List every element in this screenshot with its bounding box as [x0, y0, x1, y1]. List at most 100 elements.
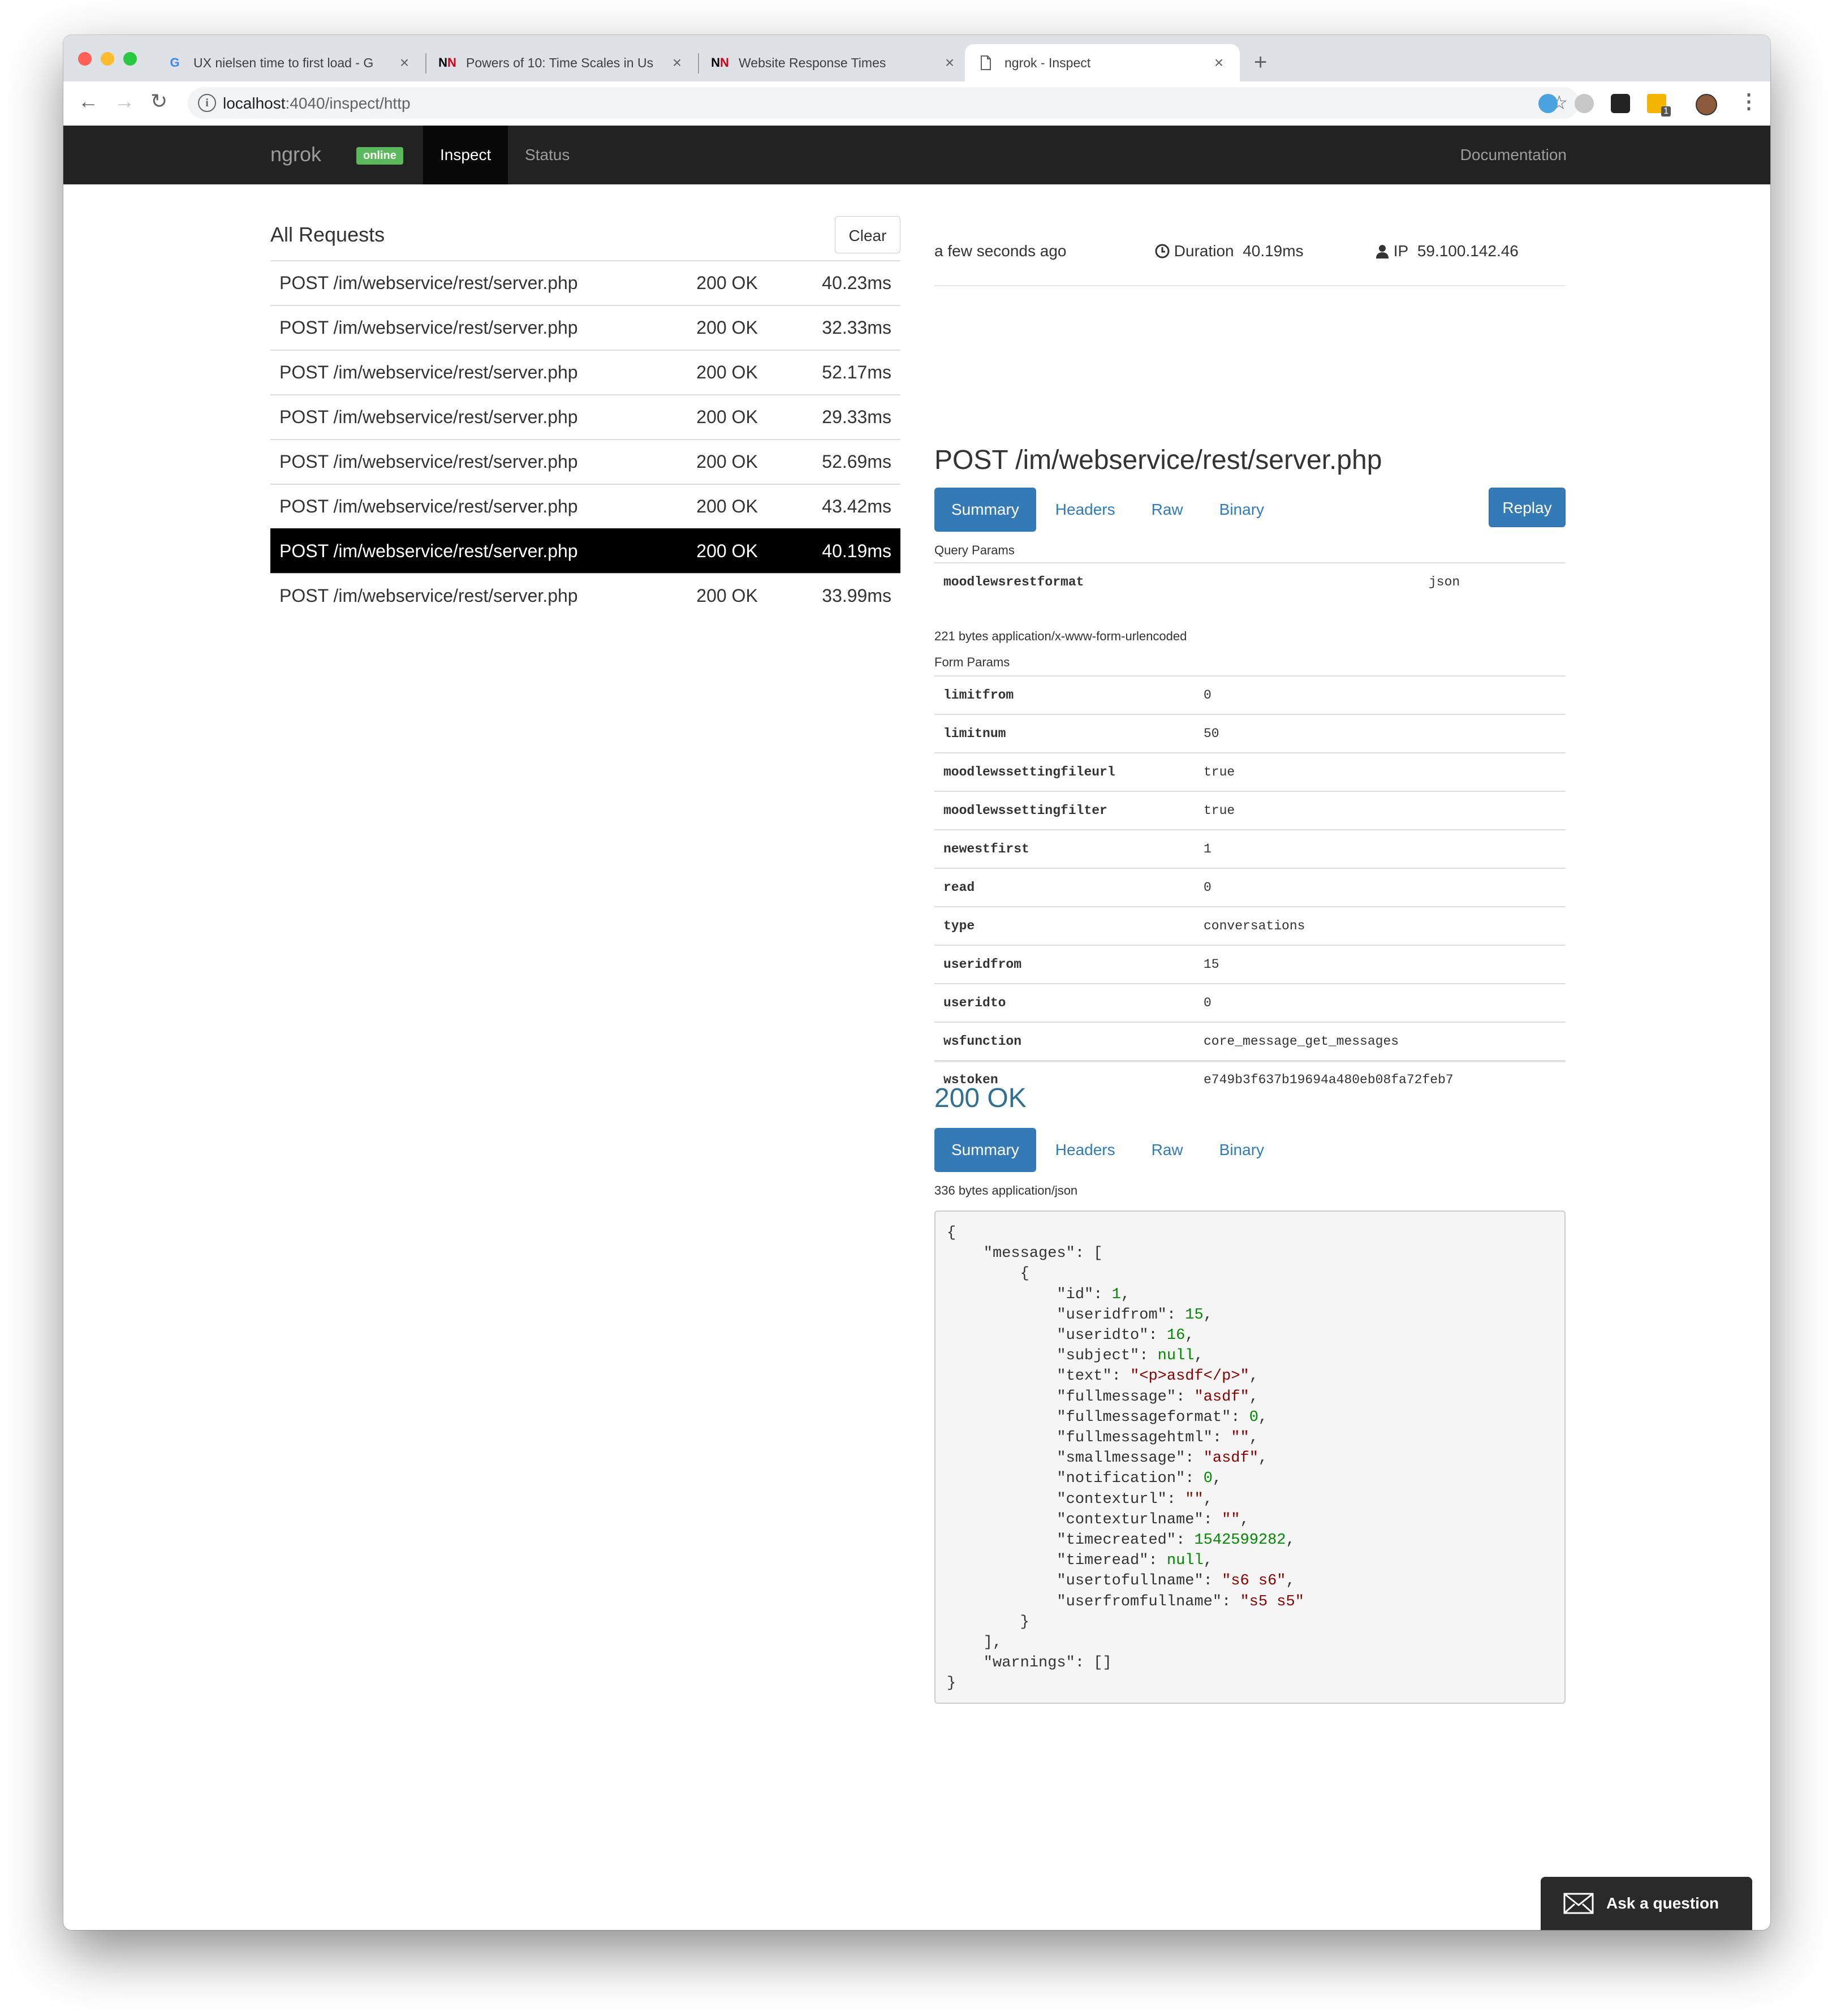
documentation-link[interactable]: Documentation	[1460, 126, 1567, 184]
json-line: "smallmessage": "asdf",	[947, 1450, 1268, 1467]
param-key: newestfirst	[934, 829, 1195, 868]
maximize-window-button[interactable]	[123, 52, 137, 66]
status-badge: online	[356, 147, 403, 165]
request-row[interactable]: POST /im/webservice/rest/server.php 200 O…	[270, 394, 900, 440]
site-info-icon[interactable]: i	[198, 94, 216, 112]
tab-binary[interactable]: Binary	[1202, 488, 1281, 532]
request-row[interactable]: POST /im/webservice/rest/server.php 200 O…	[270, 260, 900, 305]
reload-icon[interactable]: ↻	[150, 89, 167, 113]
browser-tab[interactable]: NN Powers of 10: Time Scales in Us ×	[426, 44, 698, 81]
browser-tab[interactable]: NN Website Response Times ×	[699, 44, 971, 81]
json-line: "id": 1,	[947, 1286, 1131, 1303]
json-line: "messages": [	[947, 1245, 1103, 1263]
request-row-selected[interactable]: POST /im/webservice/rest/server.php 200 O…	[270, 528, 900, 574]
tab-headers[interactable]: Headers	[1038, 1128, 1132, 1172]
back-icon[interactable]: ←	[78, 89, 98, 113]
browser-tab[interactable]: G UX nielsen time to first load - G ×	[154, 44, 425, 81]
request-status: 200 OK	[687, 484, 813, 529]
request-row[interactable]: POST /im/webservice/rest/server.php 200 O…	[270, 350, 900, 395]
tab-binary[interactable]: Binary	[1202, 1128, 1281, 1172]
param-row: type conversations	[934, 906, 1566, 945]
divider	[934, 285, 1566, 286]
response-json-body: { "messages": [ { "id": 1, "useridfrom":…	[934, 1211, 1566, 1704]
clear-button[interactable]: Clear	[835, 216, 900, 253]
profile-avatar[interactable]	[1696, 94, 1717, 115]
request-duration-meta: Duration 40.19ms	[1155, 242, 1304, 260]
request-status: 200 OK	[687, 394, 813, 440]
close-window-button[interactable]	[78, 52, 92, 66]
request-row[interactable]: POST /im/webservice/rest/server.php 200 O…	[270, 484, 900, 529]
close-tab-icon[interactable]: ×	[669, 54, 685, 72]
param-value: true	[1195, 752, 1566, 791]
tab-raw[interactable]: Raw	[1135, 1128, 1200, 1172]
duration-value: 40.19ms	[1243, 242, 1304, 260]
mail-icon	[1563, 1893, 1594, 1914]
url-text: localhost:4040/inspect/http	[223, 94, 411, 112]
replay-button[interactable]: Replay	[1489, 488, 1566, 527]
request-duration: 29.33ms	[813, 394, 900, 440]
new-tab-icon[interactable]: +	[1254, 50, 1267, 75]
close-tab-icon[interactable]: ×	[396, 54, 413, 72]
tab-summary[interactable]: Summary	[934, 488, 1036, 532]
address-bar[interactable]: i localhost:4040/inspect/http ☆	[188, 87, 1579, 119]
json-line: "text": "<p>asdf</p>",	[947, 1368, 1258, 1385]
request-duration: 52.69ms	[813, 439, 900, 484]
browser-toolbar: ← → ↻ i localhost:4040/inspect/http ☆ 1 …	[63, 81, 1770, 126]
close-tab-icon[interactable]: ×	[1210, 54, 1227, 72]
request-path: POST /im/webservice/rest/server.php	[270, 260, 688, 305]
request-row[interactable]: POST /im/webservice/rest/server.php 200 O…	[270, 573, 900, 618]
param-key: moodlewssettingfilter	[934, 791, 1195, 830]
nn-icon: NN	[438, 55, 456, 70]
close-tab-icon[interactable]: ×	[941, 54, 958, 72]
param-value: 0	[1195, 675, 1566, 714]
tab-raw[interactable]: Raw	[1135, 488, 1200, 532]
ip-label: IP	[1393, 242, 1409, 260]
form-params-table: limitfrom 0 limitnum 50 moodlewssettingfil…	[934, 675, 1566, 1099]
json-line: "notification": 0,	[947, 1470, 1222, 1488]
request-duration: 40.19ms	[813, 528, 900, 574]
nav-status-link[interactable]: Status	[508, 126, 587, 184]
param-key: read	[934, 868, 1195, 907]
request-path: POST /im/webservice/rest/server.php	[270, 573, 688, 618]
param-value: 0	[1195, 868, 1566, 907]
tab-summary[interactable]: Summary	[934, 1128, 1036, 1172]
extension-ghost-icon[interactable]	[1611, 94, 1630, 113]
json-line: "timecreated": 1542599282,	[947, 1532, 1295, 1549]
nav-inspect-link[interactable]: Inspect	[423, 126, 508, 184]
extension-note-icon[interactable]: 1	[1647, 94, 1671, 117]
json-line: "subject": null,	[947, 1347, 1204, 1365]
ip-value: 59.100.142.46	[1417, 242, 1519, 260]
query-params-label: Query Params	[934, 543, 1015, 557]
request-row[interactable]: POST /im/webservice/rest/server.php 200 O…	[270, 439, 900, 484]
document-icon	[977, 54, 994, 71]
browser-tab-active[interactable]: ngrok - Inspect ×	[965, 44, 1240, 81]
param-key: limitfrom	[934, 675, 1195, 714]
request-tabs: Summary Headers Raw Binary	[934, 488, 1283, 532]
request-path: POST /im/webservice/rest/server.php	[270, 394, 688, 440]
extension-feather-icon[interactable]	[1538, 94, 1558, 113]
request-status: 200 OK	[687, 573, 813, 618]
menu-kebab-icon[interactable]: ⋮	[1739, 89, 1759, 113]
minimize-window-button[interactable]	[101, 52, 114, 66]
param-key: useridfrom	[934, 945, 1195, 984]
duration-label: Duration	[1174, 242, 1234, 260]
param-key: wsfunction	[934, 1022, 1195, 1061]
json-line: ],	[947, 1634, 1002, 1652]
tab-strip: G UX nielsen time to first load - G × NN…	[63, 35, 1770, 81]
browser-window: G UX nielsen time to first load - G × NN…	[63, 35, 1770, 1930]
param-value: 50	[1195, 714, 1566, 753]
json-line: "timeread": null,	[947, 1552, 1213, 1570]
param-row: read 0	[934, 868, 1566, 907]
param-row: newestfirst 1	[934, 829, 1566, 868]
response-body-info: 336 bytes application/json	[934, 1183, 1078, 1197]
param-row: useridto 0	[934, 983, 1566, 1022]
brand-logo[interactable]: ngrok	[270, 143, 321, 166]
tab-headers[interactable]: Headers	[1038, 488, 1132, 532]
ask-question-button[interactable]: Ask a question	[1541, 1877, 1752, 1930]
request-row[interactable]: POST /im/webservice/rest/server.php 200 O…	[270, 305, 900, 350]
forward-icon[interactable]: →	[114, 89, 135, 113]
json-line: "fullmessageformat": 0,	[947, 1408, 1268, 1426]
request-path: POST /im/webservice/rest/server.php	[270, 350, 688, 395]
param-row: wstoken e749b3f637b19694a480eb08fa72feb7	[934, 1060, 1566, 1099]
extension-cloud-icon[interactable]	[1575, 94, 1594, 113]
